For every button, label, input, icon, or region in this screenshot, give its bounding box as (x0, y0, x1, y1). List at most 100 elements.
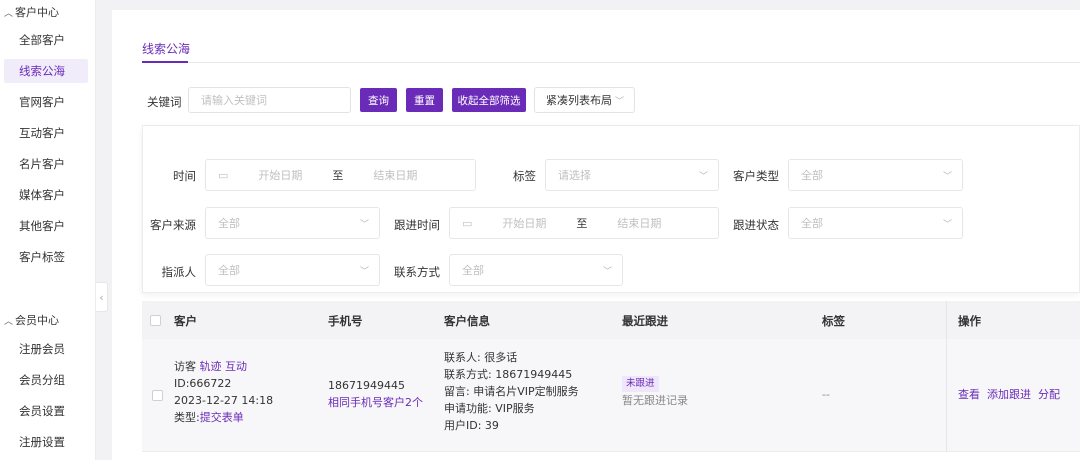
reset-button[interactable]: 重置 (406, 88, 443, 112)
table-header: 客户 手机号 客户信息 最近跟进 标签 操作 (142, 301, 1080, 339)
customer-id: ID:666722 (174, 377, 232, 390)
contact-method-select[interactable]: 全部 ﹀ (449, 254, 623, 286)
chevron-left-icon: ‹ (99, 290, 104, 304)
customer-type-label: 客户类型 (733, 169, 779, 183)
assign-link[interactable]: 分配 (1038, 388, 1060, 401)
keyword-input[interactable]: 请输入关键词 (188, 87, 351, 113)
sidebar-group-member-center[interactable]: ︿ 会员中心 (4, 312, 59, 328)
chevron-up-icon: ︿ (4, 316, 14, 327)
time-start: 开始日期 (258, 169, 303, 182)
follow-to: 至 (576, 217, 588, 230)
tag-placeholder: 请选择 (558, 169, 591, 182)
follow-status-label: 跟进状态 (733, 218, 779, 232)
chevron-down-icon: ﹀ (942, 219, 952, 230)
collapse-filters-button[interactable]: 收起全部筛选 (452, 88, 526, 112)
contact-method-value: 全部 (462, 264, 484, 277)
info-feature: 申请功能: VIP服务 (444, 402, 535, 415)
sidebar-group-label: 客户中心 (15, 6, 60, 19)
chevron-up-icon: ︿ (4, 8, 14, 19)
th-tags: 标签 (822, 314, 845, 328)
chevron-down-icon: ﹀ (698, 171, 708, 182)
assignee-select[interactable]: 全部 ﹀ (205, 254, 380, 286)
sidebar-item-media-customers[interactable]: 媒体客户 (4, 183, 88, 207)
sidebar-item-registered-members[interactable]: 注册会员 (4, 337, 88, 361)
info-message: 留言: 申请名片VIP定制服务 (444, 385, 579, 398)
sidebar-group-customer-center[interactable]: ︿ 客户中心 (4, 4, 59, 20)
th-info: 客户信息 (444, 314, 490, 328)
sidebar-item-lead-pool[interactable]: 线索公海 (4, 59, 88, 83)
follow-time-label: 跟进时间 (394, 218, 440, 232)
sidebar-item-all-customers[interactable]: 全部客户 (4, 28, 88, 52)
sidebar-item-interactive-customers[interactable]: 互动客户 (4, 121, 88, 145)
follow-time-range-picker[interactable]: ▭ 开始日期 至 结束日期 (449, 207, 719, 239)
source-label: 客户来源 (150, 218, 196, 232)
th-latest-follow: 最近跟进 (622, 314, 668, 328)
chevron-down-icon: ﹀ (602, 266, 612, 277)
sidebar-item-customer-tags[interactable]: 客户标签 (4, 245, 88, 269)
tab-active-indicator (142, 61, 188, 63)
row-checkbox[interactable] (152, 390, 163, 401)
customer-type-value: 全部 (801, 169, 823, 182)
sidebar-group-label: 会员中心 (15, 314, 60, 327)
sidebar-collapse-button[interactable]: ‹ (96, 282, 108, 312)
view-link[interactable]: 查看 (958, 388, 980, 401)
info-userid: 用户ID: 39 (444, 419, 499, 432)
phone-number: 18671949445 (328, 379, 405, 392)
chevron-down-icon: ﹀ (942, 171, 952, 182)
sidebar-item-other-customers[interactable]: 其他客户 (4, 214, 88, 238)
customer-type-select[interactable]: 全部 ﹀ (788, 159, 963, 191)
follow-status-value: 全部 (801, 217, 823, 230)
operations-column-divider (946, 301, 947, 452)
interact-link[interactable]: 互动 (225, 360, 247, 373)
th-phone: 手机号 (328, 314, 363, 328)
source-select[interactable]: 全部 ﹀ (205, 207, 380, 239)
time-to: 至 (332, 169, 344, 182)
trail-link[interactable]: 轨迹 (200, 360, 222, 373)
type-value-link[interactable]: 提交表单 (200, 411, 244, 424)
tags-cell: -- (822, 388, 830, 401)
th-customer: 客户 (174, 314, 197, 328)
operations-cell: 查看 添加跟进 分配 (958, 386, 1060, 403)
calendar-icon: ▭ (218, 168, 229, 182)
same-phone-link[interactable]: 相同手机号客户2个 (328, 394, 423, 411)
chevron-down-icon: ﹀ (359, 266, 369, 277)
info-method: 联系方式: 18671949445 (444, 368, 573, 381)
no-record-text: 暂无跟进记录 (622, 394, 688, 407)
follow-end: 结束日期 (617, 217, 662, 230)
select-all-checkbox[interactable] (150, 315, 161, 326)
time-label: 时间 (173, 169, 196, 183)
status-badge: 未跟进 (622, 376, 659, 392)
follow-status-select[interactable]: 全部 ﹀ (788, 207, 963, 239)
main-content: 线索公海 关键词 请输入关键词 查询 重置 收起全部筛选 紧凑列表布局 ﹀ 时间… (112, 10, 1080, 460)
tag-select[interactable]: 请选择 ﹀ (545, 159, 719, 191)
tab-divider (142, 62, 1080, 63)
info-contact: 联系人: 很多话 (444, 351, 518, 364)
tab-lead-pool[interactable]: 线索公海 (142, 40, 190, 57)
chevron-down-icon: ﹀ (614, 96, 624, 107)
th-operations: 操作 (958, 314, 981, 328)
table-row: 访客 轨迹 互动 ID:666722 2023-12-27 14:18 类型:提… (142, 339, 1080, 452)
time-range-picker[interactable]: ▭ 开始日期 至 结束日期 (205, 159, 476, 191)
filter-panel: 时间 ▭ 开始日期 至 结束日期 标签 请选择 ﹀ 客户类型 全部 ﹀ 客户来源… (142, 125, 1080, 293)
customer-datetime: 2023-12-27 14:18 (174, 394, 274, 407)
sidebar-item-member-settings[interactable]: 会员设置 (4, 399, 88, 423)
chevron-down-icon: ﹀ (359, 219, 369, 230)
sidebar-item-registration-settings[interactable]: 注册设置 (4, 430, 88, 454)
sidebar-item-website-customers[interactable]: 官网客户 (4, 90, 88, 114)
sidebar-item-member-groups[interactable]: 会员分组 (4, 368, 88, 392)
visitor-label: 访客 (174, 360, 196, 373)
latest-follow-cell: 未跟进 暂无跟进记录 (622, 374, 688, 409)
source-value: 全部 (218, 217, 240, 230)
layout-select-value: 紧凑列表布局 (546, 94, 612, 107)
sidebar-item-card-customers[interactable]: 名片客户 (4, 152, 88, 176)
type-prefix: 类型: (174, 411, 200, 424)
assignee-label: 指派人 (161, 265, 197, 279)
follow-start: 开始日期 (502, 217, 547, 230)
contact-method-label: 联系方式 (394, 265, 440, 279)
layout-select[interactable]: 紧凑列表布局 ﹀ (534, 87, 635, 113)
add-follow-link[interactable]: 添加跟进 (987, 388, 1031, 401)
sidebar: ︿ 客户中心 全部客户 线索公海 官网客户 互动客户 名片客户 媒体客户 其他客… (0, 0, 96, 460)
assignee-value: 全部 (218, 264, 240, 277)
query-button[interactable]: 查询 (360, 88, 397, 112)
info-cell: 联系人: 很多话 联系方式: 18671949445 留言: 申请名片VIP定制… (444, 349, 579, 434)
